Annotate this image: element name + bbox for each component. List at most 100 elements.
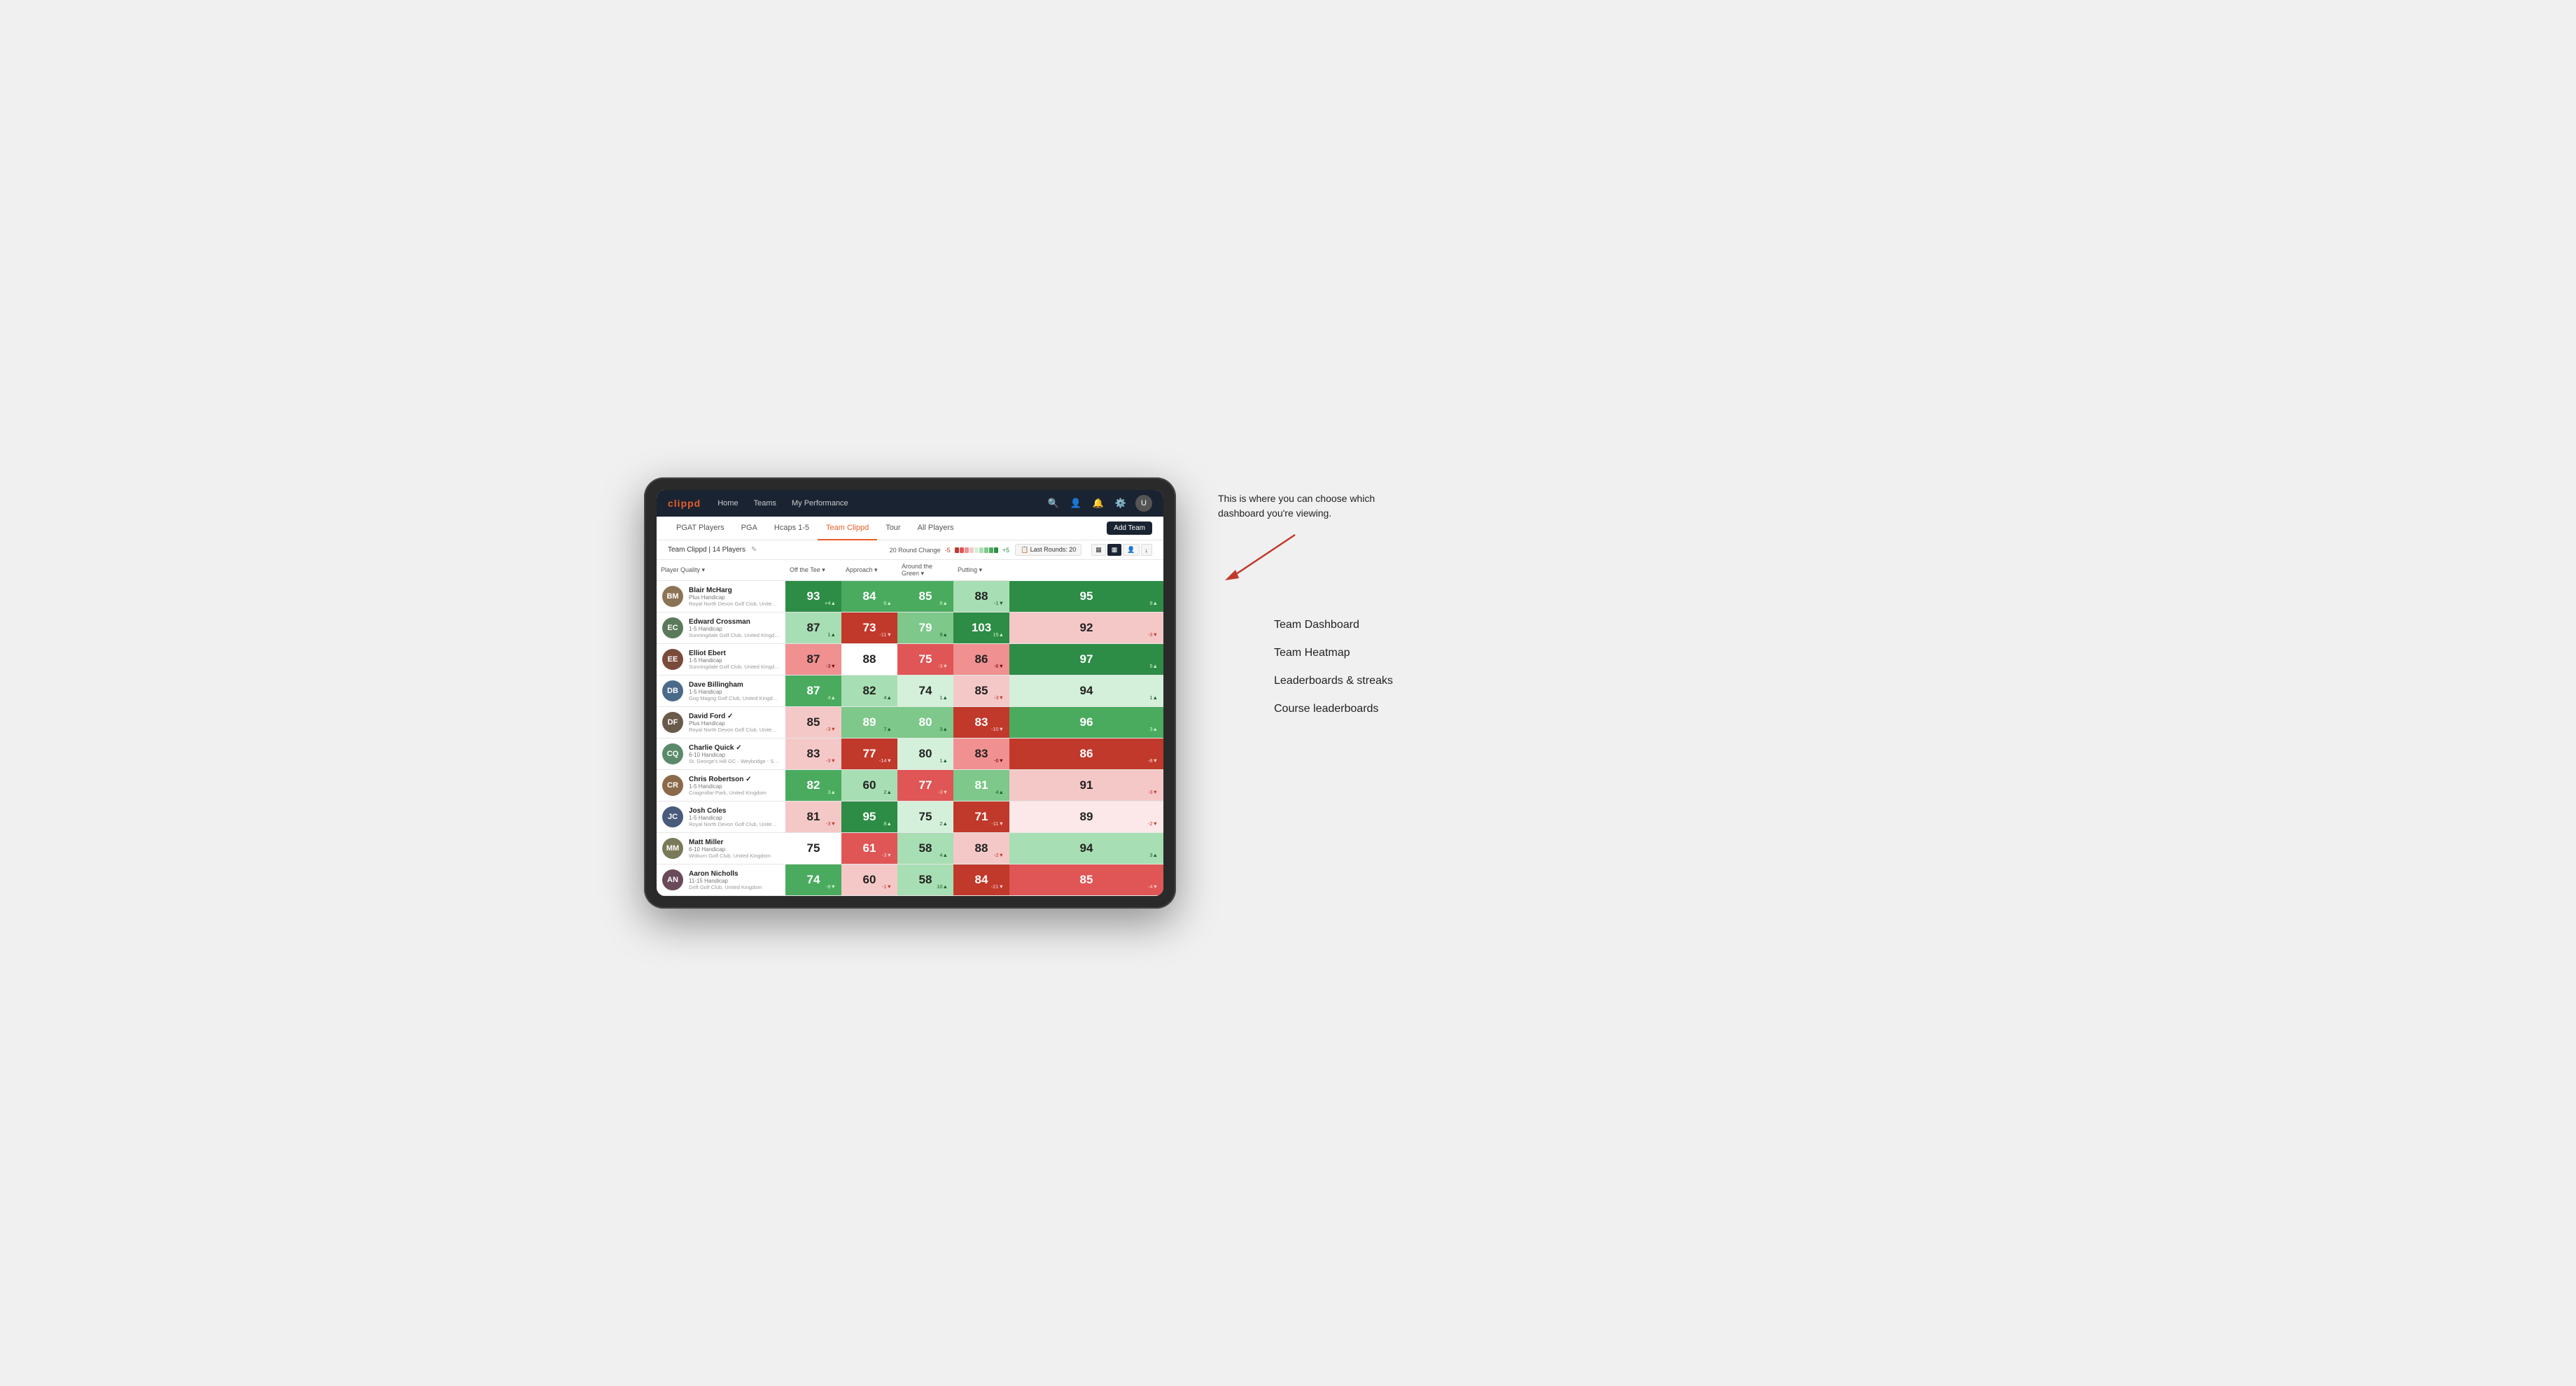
table-header-row: Player Quality ▾ Off the Tee ▾ Approach … (657, 560, 1163, 581)
player-cell: ANAaron Nicholls11-15 HandicapDrift Golf… (657, 864, 785, 896)
score-approach: 741▲ (897, 676, 953, 707)
score-around_green: 86-6▼ (953, 644, 1009, 676)
score-value: 87 (807, 621, 820, 635)
th-around-green[interactable]: Around the Green ▾ (897, 560, 953, 581)
th-player[interactable]: Player Quality ▾ (657, 560, 785, 581)
score-quality: 85-3▼ (785, 707, 841, 738)
last-rounds-value: 20 (1069, 546, 1076, 553)
score-change: -8▼ (826, 883, 836, 890)
score-approach: 584▲ (897, 833, 953, 864)
score-value: 58 (919, 841, 932, 855)
view-person-button[interactable]: 👤 (1123, 544, 1139, 556)
option-team-dashboard: Team Dashboard (1274, 619, 1932, 631)
score-change: -3▼ (1148, 789, 1158, 795)
add-team-button[interactable]: Add Team (1107, 522, 1152, 535)
subnav-hcaps[interactable]: Hcaps 1-5 (766, 517, 818, 540)
score-around_green: 10315▲ (953, 612, 1009, 644)
score-value: 73 (863, 621, 876, 635)
data-table-container: Player Quality ▾ Off the Tee ▾ Approach … (657, 560, 1163, 896)
score-value: 96 (1080, 715, 1093, 729)
player-cell: DBDave Billingham1-5 HandicapGog Magog G… (657, 676, 785, 707)
nav-icons: 🔍 👤 🔔 ⚙️ U (1046, 495, 1152, 512)
score-value: 91 (1080, 778, 1093, 792)
view-download-button[interactable]: ↓ (1141, 544, 1153, 556)
score-value: 88 (975, 589, 988, 603)
player-name: Dave Billingham (689, 681, 780, 689)
score-value: 80 (919, 747, 932, 761)
score-change: 5▲ (1149, 663, 1158, 669)
score-quality: 874▲ (785, 676, 841, 707)
subnav-team-clippd[interactable]: Team Clippd (818, 517, 877, 540)
score-change: -10▼ (991, 726, 1004, 732)
score-off_tee: 61-3▼ (841, 833, 897, 864)
player-name: Matt Miller (689, 839, 780, 846)
heatmap-green4 (989, 547, 993, 553)
score-approach: 77-3▼ (897, 770, 953, 802)
score-value: 74 (919, 684, 932, 698)
user-icon[interactable]: 👤 (1068, 496, 1084, 511)
score-change: -2▼ (1148, 820, 1158, 827)
subnav-pga[interactable]: PGA (733, 517, 766, 540)
score-value: 95 (863, 810, 876, 824)
table-row[interactable]: JCJosh Coles1-5 HandicapRoyal North Devo… (657, 802, 1163, 833)
score-quality: 93+4▲ (785, 581, 841, 612)
score-change: 3▲ (939, 726, 948, 732)
player-avatar: EC (662, 617, 683, 638)
table-row[interactable]: DFDavid Ford ✓Plus HandicapRoyal North D… (657, 707, 1163, 738)
subnav-pgat[interactable]: PGAT Players (668, 517, 733, 540)
score-around_green: 71-11▼ (953, 802, 1009, 833)
table-row[interactable]: DBDave Billingham1-5 HandicapGog Magog G… (657, 676, 1163, 707)
nav-my-performance[interactable]: My Performance (789, 498, 851, 509)
score-change: 1▲ (939, 757, 948, 764)
edit-icon[interactable]: ✎ (751, 546, 757, 554)
score-change: -11▼ (879, 631, 892, 638)
table-row[interactable]: CQCharlie Quick ✓6-10 HandicapSt. George… (657, 738, 1163, 770)
dashboard-options-list: Team Dashboard Team Heatmap Leaderboards… (1218, 619, 1932, 715)
view-grid-button[interactable]: ▦ (1091, 544, 1106, 556)
last-rounds-button[interactable]: 📋 Last Rounds: 20 (1015, 544, 1082, 556)
subnav-all-players[interactable]: All Players (909, 517, 962, 540)
bell-icon[interactable]: 🔔 (1091, 496, 1106, 511)
score-putting: 943▲ (1009, 833, 1163, 864)
score-value: 83 (807, 747, 820, 761)
score-value: 88 (863, 652, 876, 666)
table-row[interactable]: BMBlair McHargPlus HandicapRoyal North D… (657, 581, 1163, 612)
score-value: 85 (919, 589, 932, 603)
th-off-tee[interactable]: Off the Tee ▾ (785, 560, 841, 581)
score-change: -3▼ (938, 663, 948, 669)
search-icon[interactable]: 🔍 (1046, 496, 1061, 511)
table-row[interactable]: CRChris Robertson ✓1-5 HandicapCraigmill… (657, 770, 1163, 802)
score-off_tee: 88 (841, 644, 897, 676)
tablet-screen: clippd Home Teams My Performance 🔍 👤 🔔 ⚙… (657, 490, 1163, 896)
nav-teams[interactable]: Teams (751, 498, 779, 509)
annotation-arrow-svg (1218, 528, 1302, 584)
th-approach[interactable]: Approach ▾ (841, 560, 897, 581)
table-row[interactable]: ANAaron Nicholls11-15 HandicapDrift Golf… (657, 864, 1163, 896)
player-avatar: EE (662, 649, 683, 670)
score-value: 80 (919, 715, 932, 729)
score-putting: 92-3▼ (1009, 612, 1163, 644)
score-change: -3▼ (938, 789, 948, 795)
view-heatmap-button[interactable]: ▦ (1107, 544, 1122, 556)
player-cell: ECEdward Crossman1-5 HandicapSunningdale… (657, 612, 785, 644)
table-row[interactable]: MMMatt Miller6-10 HandicapWoburn Golf Cl… (657, 833, 1163, 864)
avatar[interactable]: U (1135, 495, 1152, 512)
table-row[interactable]: EEElliot Ebert1-5 HandicapSunningdale Go… (657, 644, 1163, 676)
score-around_green: 83-6▼ (953, 738, 1009, 770)
score-putting: 959▲ (1009, 581, 1163, 612)
score-off_tee: 602▲ (841, 770, 897, 802)
round-change-label: 20 Round Change (890, 547, 941, 554)
player-club: Woburn Golf Club, United Kingdom (689, 853, 780, 859)
player-club: Royal North Devon Golf Club, United King… (689, 727, 780, 733)
heatmap-green3 (984, 547, 988, 553)
score-putting: 963▲ (1009, 707, 1163, 738)
score-approach: 752▲ (897, 802, 953, 833)
player-club: Craigmillar Park, United Kingdom (689, 790, 780, 796)
heatmap-red4 (969, 547, 974, 553)
table-row[interactable]: ECEdward Crossman1-5 HandicapSunningdale… (657, 612, 1163, 644)
th-putting[interactable]: Putting ▾ (953, 560, 1009, 581)
subnav-tour[interactable]: Tour (877, 517, 909, 540)
nav-home[interactable]: Home (715, 498, 741, 509)
page-wrapper: clippd Home Teams My Performance 🔍 👤 🔔 ⚙… (644, 477, 1932, 909)
settings-icon[interactable]: ⚙️ (1113, 496, 1128, 511)
